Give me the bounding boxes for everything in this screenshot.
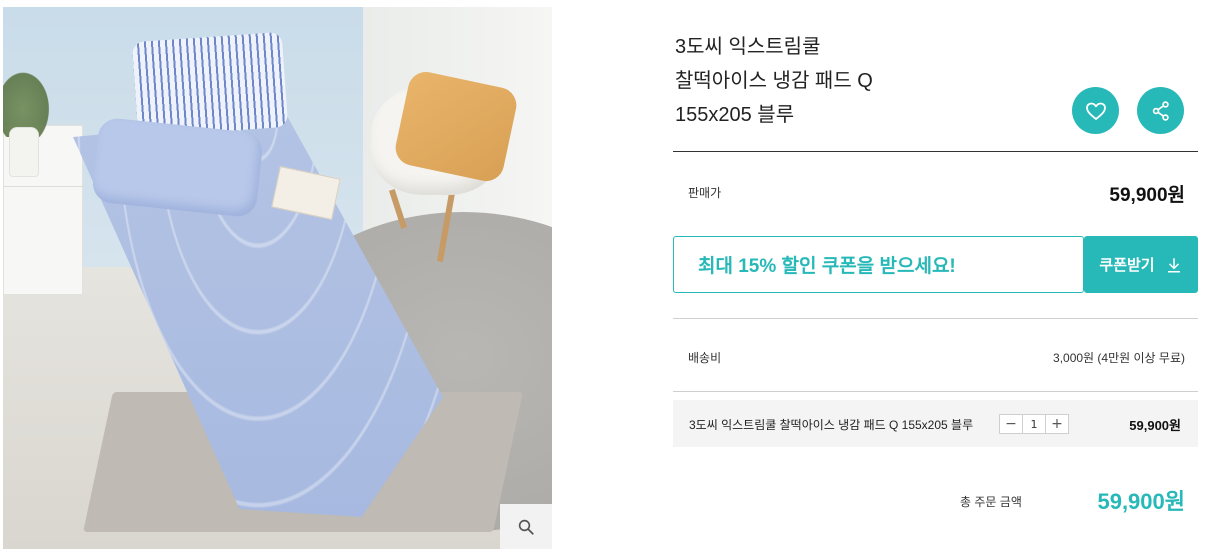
heart-icon <box>1085 102 1106 120</box>
divider <box>673 318 1198 319</box>
coupon-banner: 최대 15% 할인 쿠폰을 받으세요! <box>673 236 1084 293</box>
option-price: 59,900원 <box>1129 418 1181 433</box>
shipping-label: 배송비 <box>688 351 722 365</box>
sale-price-value: 59,900원 <box>1109 185 1185 206</box>
total-label: 총 주문 금액 <box>960 495 1022 509</box>
coupon-button-label: 쿠폰받기 <box>1099 257 1155 274</box>
selected-option-row: 3도씨 익스트림쿨 찰떡아이스 냉감 패드 Q 155x205 블루 − 1 +… <box>673 400 1198 447</box>
quantity-decrease-button[interactable]: − <box>1000 415 1022 433</box>
product-image <box>3 7 552 549</box>
image-blue-pillow <box>91 116 264 219</box>
shipping-value: 3,000원 (4만원 이상 무료) <box>1053 351 1185 365</box>
product-title-line: 찰떡아이스 냉감 패드 Q <box>675 70 873 92</box>
sale-price-label: 판매가 <box>688 186 722 200</box>
quantity-input[interactable]: 1 <box>1022 415 1046 433</box>
product-title: 3도씨 익스트림쿨 찰떡아이스 냉감 패드 Q 155x205 블루 <box>675 30 1055 132</box>
share-icon <box>1152 100 1169 121</box>
divider <box>673 391 1198 392</box>
total-price: 59,900원 <box>1097 489 1185 514</box>
title-divider <box>673 151 1198 152</box>
download-icon <box>1167 257 1180 272</box>
quantity-stepper: − 1 + <box>999 414 1069 434</box>
like-button[interactable] <box>1072 87 1119 134</box>
search-icon <box>518 519 534 535</box>
share-button[interactable] <box>1137 87 1184 134</box>
quantity-increase-button[interactable]: + <box>1046 415 1068 433</box>
coupon-message: 최대 15% 할인 쿠폰을 받으세요! <box>698 256 956 277</box>
coupon-download-button[interactable]: 쿠폰받기 <box>1084 236 1198 293</box>
zoom-button[interactable] <box>500 504 552 549</box>
product-title-line: 155x205 블루 <box>675 104 795 126</box>
image-vase <box>9 127 39 177</box>
image-striped-pillow <box>131 31 289 138</box>
option-name: 3도씨 익스트림쿨 찰떡아이스 냉감 패드 Q 155x205 블루 <box>689 418 974 432</box>
product-title-line: 3도씨 익스트림쿨 <box>675 36 821 58</box>
